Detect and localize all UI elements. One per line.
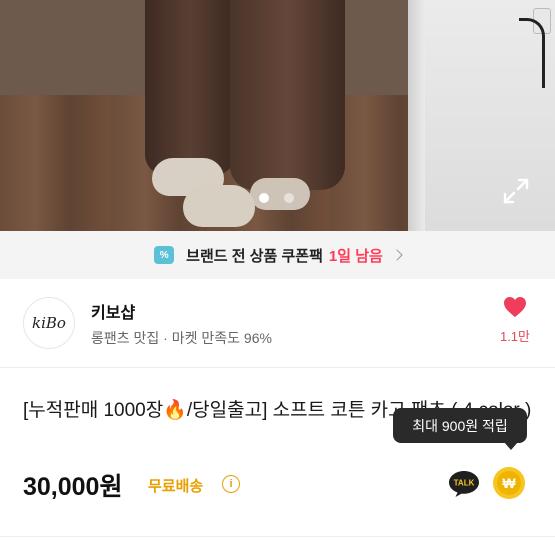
photo-pants-right-leg: [230, 0, 345, 190]
divider: [0, 367, 555, 368]
shop-meta: 롱팬츠 맛집 · 마켓 만족도 96%: [91, 330, 272, 346]
product-image[interactable]: [0, 0, 555, 231]
shop-name[interactable]: 키보샵: [91, 299, 135, 323]
shop-info[interactable]: kiBo 키보샵 롱팬츠 맛집 · 마켓 만족도 96%: [0, 279, 555, 367]
carousel-dot-active[interactable]: [259, 193, 269, 203]
photo-shoe: [183, 185, 255, 227]
shop-logo[interactable]: kiBo: [23, 297, 75, 349]
shipping-label: 무료배송: [148, 478, 204, 495]
product-price: 30,000원: [23, 473, 123, 501]
coupon-banner[interactable]: % 브랜드 전 상품 쿠폰팩 1일 남음: [0, 231, 555, 279]
divider: [0, 536, 555, 537]
coupon-remaining: 1일 남음: [328, 247, 383, 265]
coupon-icon: %: [154, 246, 175, 264]
tooltip-arrow: [504, 442, 518, 450]
heart-icon[interactable]: [503, 296, 527, 318]
points-tooltip: 최대 900원 적립: [393, 408, 527, 443]
info-icon[interactable]: i: [222, 475, 240, 493]
talk-chat-button[interactable]: TALK: [448, 470, 480, 498]
pay-button[interactable]: ₩: [493, 467, 525, 499]
won-icon: ₩: [497, 471, 521, 495]
carousel-indicator: [259, 193, 294, 203]
expand-icon[interactable]: [503, 178, 529, 204]
photo-cable: [519, 18, 545, 88]
talk-label: TALK: [454, 479, 475, 488]
chevron-right-icon: [391, 249, 403, 261]
photo-pants-left-leg: [145, 0, 235, 175]
like-count: 1.1만: [499, 329, 531, 344]
coupon-text: 브랜드 전 상품 쿠폰팩: [186, 247, 323, 265]
carousel-dot[interactable]: [284, 193, 294, 203]
